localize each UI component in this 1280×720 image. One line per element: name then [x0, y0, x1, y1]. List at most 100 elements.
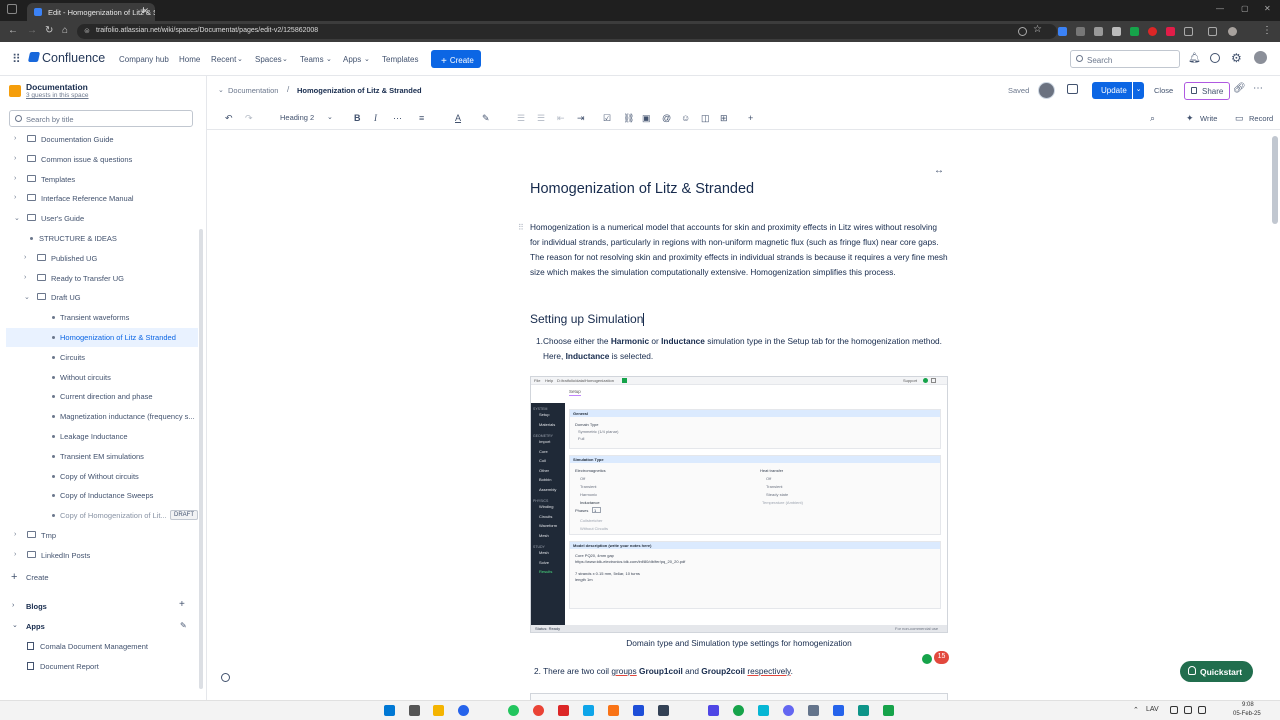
tree-folder[interactable]: › Published UG — [6, 249, 198, 268]
quickstart-button[interactable]: Quickstart — [1180, 661, 1253, 682]
tree-folder[interactable]: › Interface Reference Manual — [6, 189, 198, 208]
tree-page[interactable]: Magnetization inductance (frequency s... — [6, 407, 198, 426]
tree-page[interactable]: Circuits — [6, 348, 198, 367]
tree-folder[interactable]: ⌄ User's Guide — [6, 209, 198, 228]
bold-icon[interactable]: B — [354, 113, 361, 123]
edit-pencil-icon[interactable]: ✎ — [180, 621, 187, 630]
tree-folder[interactable]: › Common issue & questions — [6, 150, 198, 169]
write-mode-icon[interactable]: ✦ — [1186, 113, 1194, 124]
home-icon[interactable]: ⌂ — [62, 25, 68, 36]
chevron-right-icon[interactable]: › — [14, 135, 16, 142]
tree-folder[interactable]: ⌄ Draft UG — [6, 288, 198, 307]
nav-company-hub[interactable]: Company hub — [119, 55, 169, 64]
tree-folder[interactable]: › Documentation Guide — [6, 130, 198, 149]
emoji-icon[interactable]: ☺ — [681, 113, 690, 123]
extensions-puzzle-icon[interactable] — [1184, 27, 1193, 36]
wifi-icon[interactable] — [1170, 706, 1178, 714]
space-icon[interactable] — [9, 85, 21, 97]
gear-icon[interactable]: ⚙ — [1231, 51, 1242, 65]
record-label[interactable]: Record — [1249, 114, 1273, 123]
indent-icon[interactable]: ⇥ — [577, 113, 585, 124]
app-6-icon[interactable] — [758, 705, 769, 716]
excel-icon[interactable] — [883, 705, 894, 716]
back-icon[interactable]: ← — [8, 25, 18, 36]
numbered-list-icon[interactable]: ☰ — [537, 113, 545, 124]
clock-date[interactable]: 05-Feb-25 — [1233, 711, 1261, 717]
tree-page[interactable]: Without circuits — [6, 368, 198, 387]
chevron-right-icon[interactable]: › — [14, 194, 16, 201]
layout-icon[interactable]: ◫ — [701, 113, 710, 124]
undo-icon[interactable]: ↶ — [225, 113, 233, 124]
site-info-icon[interactable]: ⊜ — [84, 27, 90, 35]
chrome-icon[interactable] — [533, 705, 544, 716]
step-2[interactable]: 2. There are two coil groups Group1coil … — [530, 664, 948, 679]
user-avatar[interactable] — [1254, 51, 1267, 64]
tree-folder[interactable]: › Ready to Transfer UG — [6, 269, 198, 288]
bookmark-star-icon[interactable]: ☆ — [1033, 24, 1042, 35]
browser-menu-icon[interactable]: ⋮ — [1262, 25, 1272, 36]
bullet-list-icon[interactable]: ☰ — [517, 113, 525, 124]
collaborator-avatar[interactable] — [1038, 82, 1055, 99]
app-item-comala[interactable]: Comala Document Management — [40, 642, 148, 651]
record-icon[interactable]: ▭ — [1235, 113, 1244, 124]
figure-caption[interactable]: Domain type and Simulation type settings… — [530, 638, 948, 648]
window-close-icon[interactable]: ✕ — [1264, 4, 1271, 13]
page-scrollbar[interactable] — [1272, 136, 1278, 224]
search-input[interactable]: Search — [1070, 50, 1180, 68]
find-icon[interactable]: ⌕ — [1150, 113, 1155, 124]
tree-folder[interactable]: › LinkedIn Posts — [6, 546, 198, 565]
breadcrumb-parent[interactable]: Documentation — [228, 86, 278, 95]
tree-page[interactable]: Copy of Without circuits — [6, 467, 198, 486]
app-item-document-report[interactable]: Document Report — [40, 662, 99, 671]
chevron-right-icon[interactable]: › — [14, 531, 16, 538]
chevron-right-icon[interactable]: › — [14, 155, 16, 162]
tree-page[interactable]: Homogenization of Litz & Stranded — [6, 328, 198, 347]
app-9-icon[interactable] — [858, 705, 869, 716]
text-style-select[interactable]: Heading 2 — [280, 113, 314, 122]
word-icon[interactable] — [833, 705, 844, 716]
profile-icon[interactable] — [1228, 27, 1237, 36]
url-field[interactable]: ⊜ traifolio.atlassian.net/wiki/spaces/Do… — [77, 24, 1057, 39]
redo-icon[interactable]: ↷ — [245, 113, 253, 124]
discord-icon[interactable] — [708, 705, 719, 716]
insert-more-icon[interactable]: + — [748, 113, 753, 123]
nav-spaces[interactable]: Spaces — [255, 55, 282, 64]
tree-page[interactable]: Leakage Inductance — [6, 427, 198, 446]
align-icon[interactable]: ≡ — [419, 113, 424, 123]
extension-4-icon[interactable] — [1112, 27, 1121, 36]
sidepanel-icon[interactable] — [1208, 27, 1217, 36]
app-1-icon[interactable] — [458, 705, 469, 716]
tab-search-icon[interactable] — [7, 4, 17, 14]
chevron-right-icon[interactable]: › — [24, 254, 26, 261]
brand-name[interactable]: Confluence — [42, 51, 105, 65]
minimize-icon[interactable]: — — [1216, 4, 1224, 13]
tray-chevron-icon[interactable]: ⌃ — [1133, 706, 1139, 714]
breadcrumb-current[interactable]: Homogenization of Litz & Stranded — [297, 86, 422, 95]
browser-tab[interactable]: Edit - Homogenization of Litz & Stranded… — [27, 3, 155, 21]
create-button[interactable]: + Create — [431, 50, 481, 68]
share-button[interactable]: Share — [1184, 82, 1230, 100]
battery-icon[interactable] — [1198, 706, 1206, 714]
blogs-section[interactable]: Blogs — [26, 602, 47, 611]
write-mode-label[interactable]: Write — [1200, 114, 1217, 123]
mention-icon[interactable]: @ — [662, 113, 671, 123]
forward-icon[interactable]: → — [27, 25, 37, 36]
matlab-icon[interactable] — [608, 705, 619, 716]
nav-recent[interactable]: Recent — [211, 55, 236, 64]
chevron-down-icon[interactable]: ⌄ — [326, 55, 332, 63]
more-actions-icon[interactable]: ⋯ — [1253, 83, 1263, 94]
tree-page[interactable]: STRUCTURE & IDEAS — [6, 229, 198, 248]
app-switcher-icon[interactable]: ⠿ — [12, 52, 21, 66]
update-button[interactable]: Update ⌄ — [1092, 82, 1144, 99]
language-indicator[interactable]: LAV — [1146, 706, 1159, 713]
extension-5-icon[interactable] — [1130, 27, 1139, 36]
space-guests[interactable]: 3 guests in this space — [26, 92, 89, 99]
text-color-icon[interactable]: A — [455, 113, 461, 123]
italic-icon[interactable]: I — [374, 113, 377, 123]
tree-folder[interactable]: › Templates — [6, 170, 198, 189]
app-8-icon[interactable] — [808, 705, 819, 716]
app-2-icon[interactable] — [558, 705, 569, 716]
confluence-logo-icon[interactable] — [27, 52, 41, 62]
app-4-icon[interactable] — [658, 705, 669, 716]
app-5-icon[interactable] — [733, 705, 744, 716]
